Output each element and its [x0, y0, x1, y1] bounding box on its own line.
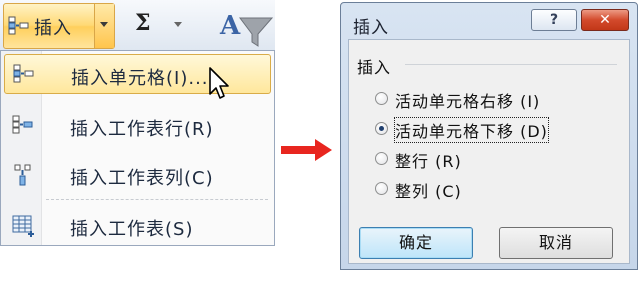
- radio-label[interactable]: 活动单元格右移 (I): [395, 88, 540, 112]
- insert-sheet-icon: [12, 215, 34, 237]
- dialog-body: 插入 活动单元格右移 (I) 活动单元格下移 (D) 整行 (R) 整列 (C)…: [348, 39, 630, 264]
- insert-split-button[interactable]: 插入: [3, 3, 115, 49]
- help-button[interactable]: ?: [531, 9, 577, 31]
- chevron-down-icon: [100, 22, 108, 27]
- radio-label[interactable]: 整列 (C): [395, 178, 462, 202]
- insert-button[interactable]: 插入: [4, 4, 96, 48]
- autosum-button[interactable]: Σ: [135, 10, 151, 36]
- insert-button-label: 插入: [34, 18, 72, 39]
- menu-item-label: 插入工作表(S): [70, 219, 194, 240]
- insert-cells-icon: [13, 64, 34, 83]
- close-button[interactable]: ✕: [581, 9, 629, 31]
- insert-dialog: 插入 ? ✕ 插入 活动单元格右移 (I) 活动单元格下移 (D) 整行 (R)…: [340, 2, 638, 270]
- insert-column-icon: [14, 164, 31, 186]
- ribbon-cells-group: 插入 Σ A: [0, 0, 275, 50]
- svg-text:A: A: [219, 11, 241, 41]
- menu-item-label: 插入单元格(I)...: [71, 68, 209, 89]
- menu-item-insert-row[interactable]: 插入工作表行(R): [4, 106, 271, 146]
- radio-button[interactable]: [375, 182, 388, 195]
- insert-cells-icon: [8, 16, 29, 35]
- menu-item-insert-sheet[interactable]: 插入工作表(S): [4, 206, 271, 246]
- cancel-button[interactable]: 取消: [499, 227, 613, 259]
- insert-dropdown-arrow[interactable]: [94, 4, 114, 48]
- insert-row-icon: [12, 115, 33, 134]
- sort-filter-icon[interactable]: A: [218, 4, 274, 48]
- autosum-dropdown-icon[interactable]: [174, 22, 182, 27]
- ok-button[interactable]: 确定: [359, 227, 473, 259]
- radio-label[interactable]: 整行 (R): [395, 148, 462, 172]
- menu-separator: [46, 199, 268, 200]
- radio-button[interactable]: [375, 92, 388, 105]
- group-label: 插入: [357, 58, 392, 77]
- radio-button[interactable]: [375, 122, 388, 135]
- group-divider: [405, 64, 617, 65]
- radio-label[interactable]: 活动单元格下移 (D): [394, 117, 549, 143]
- mouse-pointer-icon: [209, 67, 229, 99]
- radio-button[interactable]: [375, 152, 388, 165]
- dialog-title: 插入: [353, 18, 389, 38]
- menu-item-label: 插入工作表行(R): [70, 119, 214, 140]
- menu-item-insert-column[interactable]: 插入工作表列(C): [4, 155, 271, 195]
- menu-item-label: 插入工作表列(C): [70, 168, 214, 189]
- red-arrow-icon: [281, 139, 332, 161]
